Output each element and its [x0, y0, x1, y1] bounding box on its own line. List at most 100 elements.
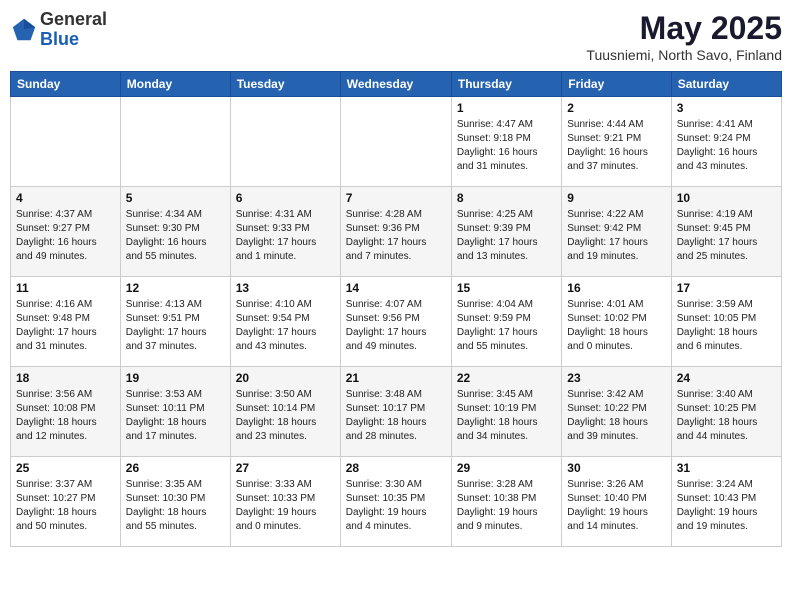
calendar-cell: 26Sunrise: 3:35 AM Sunset: 10:30 PM Dayl…	[120, 457, 230, 547]
calendar-cell: 22 Sunrise: 3:45 AM Sunset: 10:19 PM Dayl…	[451, 367, 561, 457]
calendar-table: SundayMondayTuesdayWednesdayThursdayFrid…	[10, 71, 782, 547]
calendar-cell: 29Sunrise: 3:28 AM Sunset: 10:38 PM Dayl…	[451, 457, 561, 547]
day-info: Sunrise: 4:13 AM Sunset: 9:51 PM Dayligh…	[126, 298, 225, 354]
calendar-cell: 20 Sunrise: 3:50 AM Sunset: 10:14 PM Dayl…	[230, 367, 340, 457]
calendar-cell: 13 Sunrise: 4:10 AM Sunset: 9:54 PM Dayli…	[230, 277, 340, 367]
calendar-cell: 19 Sunrise: 3:53 AM Sunset: 10:11 PM Dayl…	[120, 367, 230, 457]
day-number: 13	[236, 281, 335, 295]
calendar-cell: 4 Sunrise: 4:37 AM Sunset: 9:27 PM Daylig…	[11, 187, 121, 277]
day-header-saturday: Saturday	[671, 72, 781, 97]
logo-blue-text: Blue	[40, 30, 107, 50]
calendar-cell: 2 Sunrise: 4:44 AM Sunset: 9:21 PM Daylig…	[562, 97, 671, 187]
calendar-week-5: 25 Sunrise: 3:37 AM Sunset: 10:27 PM Dayl…	[11, 457, 782, 547]
location-subtitle: Tuusniemi, North Savo, Finland	[586, 47, 782, 63]
calendar-cell: 9 Sunrise: 4:22 AM Sunset: 9:42 PM Daylig…	[562, 187, 671, 277]
calendar-cell: 12 Sunrise: 4:13 AM Sunset: 9:51 PM Dayli…	[120, 277, 230, 367]
day-number: 8	[457, 191, 556, 205]
day-number: 19	[126, 371, 225, 385]
logo-general-text: General	[40, 10, 107, 30]
day-number: 24	[677, 371, 776, 385]
day-number: 6	[236, 191, 335, 205]
day-info: Sunrise: 4:01 AM Sunset: 10:02 PM Daylig…	[567, 298, 665, 354]
calendar-cell: 17 Sunrise: 3:59 AM Sunset: 10:05 PM Dayl…	[671, 277, 781, 367]
day-info: Sunrise: 3:26 AM Sunset: 10:40 PM Daylig…	[567, 478, 665, 534]
day-number: 27	[236, 461, 335, 475]
day-number: 28	[346, 461, 446, 475]
day-info: Sunrise: 3:40 AM Sunset: 10:25 PM Daylig…	[677, 388, 776, 444]
day-info: Sunrise: 4:41 AM Sunset: 9:24 PM Dayligh…	[677, 118, 776, 174]
calendar-cell: 10Sunrise: 4:19 AM Sunset: 9:45 PM Dayli…	[671, 187, 781, 277]
day-info: Sunrise: 3:53 AM Sunset: 10:11 PM Daylig…	[126, 388, 225, 444]
day-info: Sunrise: 3:48 AM Sunset: 10:17 PM Daylig…	[346, 388, 446, 444]
day-number: 3	[677, 101, 776, 115]
month-title: May 2025	[586, 10, 782, 47]
calendar-cell: 30 Sunrise: 3:26 AM Sunset: 10:40 PM Dayl…	[562, 457, 671, 547]
calendar-cell: 31Sunrise: 3:24 AM Sunset: 10:43 PM Dayl…	[671, 457, 781, 547]
day-number: 17	[677, 281, 776, 295]
logo-icon	[10, 16, 38, 44]
calendar-cell	[340, 97, 451, 187]
calendar-week-2: 4 Sunrise: 4:37 AM Sunset: 9:27 PM Daylig…	[11, 187, 782, 277]
day-info: Sunrise: 3:45 AM Sunset: 10:19 PM Daylig…	[457, 388, 556, 444]
day-info: Sunrise: 3:42 AM Sunset: 10:22 PM Daylig…	[567, 388, 665, 444]
day-header-wednesday: Wednesday	[340, 72, 451, 97]
day-header-friday: Friday	[562, 72, 671, 97]
day-number: 9	[567, 191, 665, 205]
day-number: 15	[457, 281, 556, 295]
day-info: Sunrise: 3:56 AM Sunset: 10:08 PM Daylig…	[16, 388, 115, 444]
day-info: Sunrise: 3:37 AM Sunset: 10:27 PM Daylig…	[16, 478, 115, 534]
day-info: Sunrise: 4:07 AM Sunset: 9:56 PM Dayligh…	[346, 298, 446, 354]
day-number: 25	[16, 461, 115, 475]
calendar-cell: 11Sunrise: 4:16 AM Sunset: 9:48 PM Dayli…	[11, 277, 121, 367]
day-number: 22	[457, 371, 556, 385]
day-info: Sunrise: 4:28 AM Sunset: 9:36 PM Dayligh…	[346, 208, 446, 264]
calendar-cell: 7Sunrise: 4:28 AM Sunset: 9:36 PM Daylig…	[340, 187, 451, 277]
day-header-thursday: Thursday	[451, 72, 561, 97]
logo: General Blue	[10, 10, 107, 50]
day-number: 2	[567, 101, 665, 115]
day-info: Sunrise: 4:19 AM Sunset: 9:45 PM Dayligh…	[677, 208, 776, 264]
calendar-cell: 23 Sunrise: 3:42 AM Sunset: 10:22 PM Dayl…	[562, 367, 671, 457]
day-number: 5	[126, 191, 225, 205]
calendar-cell	[120, 97, 230, 187]
calendar-cell: 8 Sunrise: 4:25 AM Sunset: 9:39 PM Daylig…	[451, 187, 561, 277]
calendar-cell: 15 Sunrise: 4:04 AM Sunset: 9:59 PM Dayli…	[451, 277, 561, 367]
day-info: Sunrise: 3:50 AM Sunset: 10:14 PM Daylig…	[236, 388, 335, 444]
day-info: Sunrise: 4:10 AM Sunset: 9:54 PM Dayligh…	[236, 298, 335, 354]
day-header-tuesday: Tuesday	[230, 72, 340, 97]
day-number: 18	[16, 371, 115, 385]
calendar-cell: 5Sunrise: 4:34 AM Sunset: 9:30 PM Daylig…	[120, 187, 230, 277]
day-info: Sunrise: 3:30 AM Sunset: 10:35 PM Daylig…	[346, 478, 446, 534]
day-number: 30	[567, 461, 665, 475]
day-info: Sunrise: 4:22 AM Sunset: 9:42 PM Dayligh…	[567, 208, 665, 264]
day-number: 1	[457, 101, 556, 115]
day-info: Sunrise: 4:04 AM Sunset: 9:59 PM Dayligh…	[457, 298, 556, 354]
calendar-cell: 14 Sunrise: 4:07 AM Sunset: 9:56 PM Dayli…	[340, 277, 451, 367]
day-number: 21	[346, 371, 446, 385]
day-number: 23	[567, 371, 665, 385]
calendar-cell	[230, 97, 340, 187]
day-info: Sunrise: 3:24 AM Sunset: 10:43 PM Daylig…	[677, 478, 776, 534]
day-number: 20	[236, 371, 335, 385]
day-header-monday: Monday	[120, 72, 230, 97]
logo-text: General Blue	[40, 10, 107, 50]
calendar-cell: 28 Sunrise: 3:30 AM Sunset: 10:35 PM Dayl…	[340, 457, 451, 547]
page-header: General Blue May 2025 Tuusniemi, North S…	[10, 10, 782, 63]
day-info: Sunrise: 4:25 AM Sunset: 9:39 PM Dayligh…	[457, 208, 556, 264]
day-info: Sunrise: 4:44 AM Sunset: 9:21 PM Dayligh…	[567, 118, 665, 174]
day-info: Sunrise: 3:59 AM Sunset: 10:05 PM Daylig…	[677, 298, 776, 354]
calendar-cell: 27Sunrise: 3:33 AM Sunset: 10:33 PM Dayl…	[230, 457, 340, 547]
day-number: 4	[16, 191, 115, 205]
day-number: 14	[346, 281, 446, 295]
day-number: 12	[126, 281, 225, 295]
day-info: Sunrise: 4:37 AM Sunset: 9:27 PM Dayligh…	[16, 208, 115, 264]
calendar-cell: 3 Sunrise: 4:41 AM Sunset: 9:24 PM Daylig…	[671, 97, 781, 187]
calendar-cell: 18 Sunrise: 3:56 AM Sunset: 10:08 PM Dayl…	[11, 367, 121, 457]
calendar-cell: 16Sunrise: 4:01 AM Sunset: 10:02 PM Dayl…	[562, 277, 671, 367]
day-number: 26	[126, 461, 225, 475]
calendar-cell: 6Sunrise: 4:31 AM Sunset: 9:33 PM Daylig…	[230, 187, 340, 277]
day-info: Sunrise: 4:47 AM Sunset: 9:18 PM Dayligh…	[457, 118, 556, 174]
calendar-header-row: SundayMondayTuesdayWednesdayThursdayFrid…	[11, 72, 782, 97]
calendar-cell: 21 Sunrise: 3:48 AM Sunset: 10:17 PM Dayl…	[340, 367, 451, 457]
title-block: May 2025 Tuusniemi, North Savo, Finland	[586, 10, 782, 63]
